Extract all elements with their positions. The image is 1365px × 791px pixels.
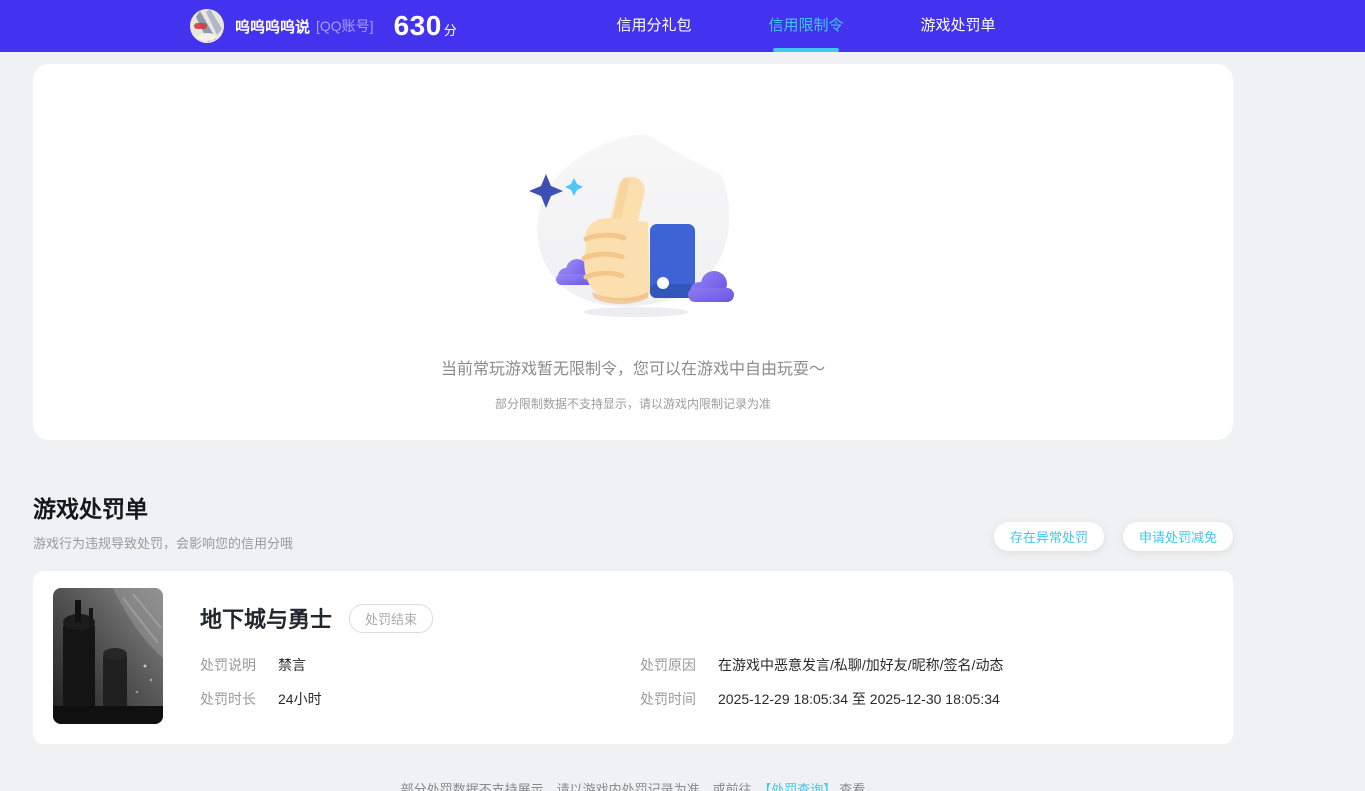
top-bar: 呜呜呜呜说 [QQ账号] 630 分 信用分礼包 信用限制令 游戏处罚单: [0, 0, 1365, 52]
user-info: 呜呜呜呜说 [QQ账号] 630 分: [190, 0, 457, 52]
game-thumbnail-image: [53, 588, 163, 724]
tab-game-penalty[interactable]: 游戏处罚单: [882, 0, 1034, 52]
field-penalty-description: 处罚说明 禁言: [200, 655, 640, 675]
empty-state-message: 当前常玩游戏暂无限制令，您可以在游戏中自由玩耍～: [33, 355, 1233, 379]
section-subtitle: 游戏行为违规导致处罚，会影响您的信用分哦: [33, 533, 293, 552]
penalty-title-row: 地下城与勇士 处罚结束: [200, 602, 1213, 634]
penalty-query-link[interactable]: 【处罚查询】: [758, 782, 836, 791]
tab-credit-restriction[interactable]: 信用限制令: [730, 0, 882, 52]
penalty-actions: 存在异常处罚 申请处罚减免: [994, 522, 1233, 552]
abnormal-penalty-button[interactable]: 存在异常处罚: [994, 522, 1104, 551]
empty-state-note: 部分限制数据不支持显示，请以游戏内限制记录为准: [33, 395, 1233, 412]
game-thumbnail: [53, 588, 163, 724]
field-penalty-reason: 处罚原因 在游戏中恶意发言/私聊/加好友/昵称/签名/动态: [640, 655, 1213, 675]
penalty-fields: 处罚说明 禁言 处罚原因 在游戏中恶意发言/私聊/加好友/昵称/签名/动态 处罚…: [200, 655, 1213, 709]
penalty-info: 地下城与勇士 处罚结束 处罚说明 禁言 处罚原因 在游戏中恶意发言/私聊/加好友…: [163, 588, 1213, 727]
account-type-label: [QQ账号]: [316, 16, 374, 36]
avatar-image: [190, 9, 224, 43]
game-name: 地下城与勇士: [200, 602, 332, 634]
username: 呜呜呜呜说: [235, 16, 310, 37]
tab-credit-gift[interactable]: 信用分礼包: [578, 0, 730, 52]
section-title: 游戏处罚单: [33, 490, 293, 524]
avatar[interactable]: [190, 9, 224, 43]
thumbs-up-illustration: [528, 126, 738, 318]
restriction-empty-card: 当前常玩游戏暂无限制令，您可以在游戏中自由玩耍～ 部分限制数据不支持显示，请以游…: [33, 64, 1233, 440]
credit-score-unit: 分: [444, 20, 457, 39]
footer-note: 部分处罚数据不支持展示，请以游戏内处罚记录为准，或前往 【处罚查询】查看: [33, 779, 1233, 791]
sleeve-icon: [650, 224, 695, 298]
credit-score: 630 分: [394, 10, 457, 42]
penalty-section-titles: 游戏处罚单 游戏行为违规导致处罚，会影响您的信用分哦: [33, 490, 293, 552]
credit-score-value: 630: [394, 10, 442, 42]
top-nav: 信用分礼包 信用限制令 游戏处罚单: [578, 0, 1034, 52]
field-penalty-duration: 处罚时长 24小时: [200, 689, 640, 709]
footer-text-before: 部分处罚数据不支持展示，请以游戏内处罚记录为准，或前往: [401, 782, 752, 791]
penalty-reduction-button[interactable]: 申请处罚减免: [1123, 522, 1233, 551]
penalty-card: 地下城与勇士 处罚结束 处罚说明 禁言 处罚原因 在游戏中恶意发言/私聊/加好友…: [33, 571, 1233, 744]
ground-shadow: [584, 307, 688, 317]
penalty-section-header: 游戏处罚单 游戏行为违规导致处罚，会影响您的信用分哦 存在异常处罚 申请处罚减免: [33, 490, 1233, 552]
footer-text-after: 查看: [839, 782, 865, 791]
status-badge: 处罚结束: [349, 604, 433, 633]
field-penalty-time: 处罚时间 2025-12-29 18:05:34 至 2025-12-30 18…: [640, 689, 1213, 709]
